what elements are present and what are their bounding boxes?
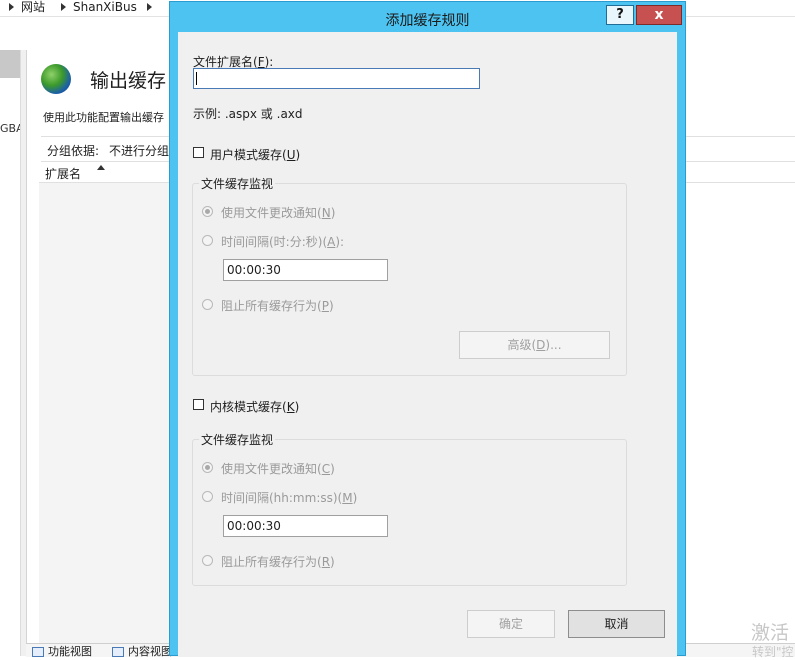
user-mode-label[interactable]: 用户模式缓存(U) bbox=[210, 146, 300, 163]
user-mode-monitor-title: 文件缓存监视 bbox=[199, 175, 276, 192]
user-mode-prevent-radio[interactable] bbox=[202, 299, 213, 310]
kernel-mode-prevent-label[interactable]: 阻止所有缓存行为(R) bbox=[221, 553, 335, 570]
user-mode-interval-radio[interactable] bbox=[202, 235, 213, 246]
kernel-mode-notify-radio[interactable] bbox=[202, 462, 213, 473]
cancel-button[interactable]: 取消 bbox=[568, 610, 665, 638]
breadcrumb-item-site[interactable]: ShanXiBus bbox=[73, 0, 137, 14]
user-mode-checkbox[interactable] bbox=[193, 147, 204, 158]
breadcrumb-item-sites[interactable]: 网站 bbox=[21, 0, 45, 14]
ok-button[interactable]: 确定 bbox=[467, 610, 555, 638]
group-by-select[interactable]: 不进行分组 bbox=[109, 142, 169, 159]
connections-pane-header bbox=[0, 50, 20, 78]
feature-title: 输出缓存 bbox=[90, 70, 167, 92]
group-by-label: 分组依据: bbox=[47, 144, 100, 158]
kernel-mode-interval-input[interactable]: 00:00:30 bbox=[223, 515, 388, 537]
column-header-extension[interactable]: 扩展名 bbox=[45, 165, 81, 182]
dialog-titlebar[interactable]: 添加缓存规则 ? x bbox=[170, 2, 685, 32]
user-mode-prevent-label[interactable]: 阻止所有缓存行为(P) bbox=[221, 297, 334, 314]
activation-watermark-sub: 转到"控 bbox=[752, 645, 794, 659]
extension-example: 示例: .aspx 或 .axd bbox=[193, 107, 303, 121]
advanced-button[interactable]: 高级(D)... bbox=[459, 331, 610, 359]
close-icon: x bbox=[654, 7, 664, 23]
breadcrumb-arrow-icon bbox=[61, 3, 66, 11]
sort-ascending-icon bbox=[97, 165, 105, 170]
help-button[interactable]: ? bbox=[606, 5, 634, 25]
rules-list[interactable] bbox=[39, 183, 171, 643]
text-caret bbox=[196, 72, 197, 85]
close-button[interactable]: x bbox=[636, 5, 682, 25]
tab-features-view-label: 功能视图 bbox=[48, 645, 92, 658]
tab-content-view[interactable]: 内容视图 bbox=[112, 646, 172, 658]
dialog-body: 文件扩展名(F): 示例: .aspx 或 .axd 用户模式缓存(U) 文件缓… bbox=[178, 32, 677, 657]
kernel-mode-interval-radio[interactable] bbox=[202, 491, 213, 502]
extension-input[interactable] bbox=[193, 68, 480, 89]
kernel-mode-interval-label[interactable]: 时间间隔(hh:mm:ss)(M) bbox=[221, 489, 357, 506]
tab-content-view-label: 内容视图 bbox=[128, 645, 172, 658]
kernel-mode-notify-label[interactable]: 使用文件更改通知(C) bbox=[221, 460, 335, 477]
breadcrumb-arrow-icon bbox=[9, 3, 14, 11]
add-cache-rule-dialog: 添加缓存规则 ? x 文件扩展名(F): 示例: .aspx 或 .axd 用户… bbox=[169, 1, 686, 657]
activation-watermark: 激活 bbox=[751, 622, 790, 644]
user-mode-notify-radio[interactable] bbox=[202, 206, 213, 217]
connections-pane: GBA bbox=[0, 50, 24, 656]
feature-description: 使用此功能配置输出缓存 bbox=[43, 111, 164, 124]
kernel-mode-label[interactable]: 内核模式缓存(K) bbox=[210, 398, 299, 415]
user-mode-interval-input[interactable]: 00:00:30 bbox=[223, 259, 388, 281]
kernel-mode-prevent-radio[interactable] bbox=[202, 555, 213, 566]
globe-icon bbox=[41, 64, 71, 94]
kernel-mode-checkbox[interactable] bbox=[193, 399, 204, 410]
user-mode-interval-label[interactable]: 时间间隔(时:分:秒)(A): bbox=[221, 233, 344, 250]
breadcrumb-arrow-icon bbox=[147, 3, 152, 11]
kernel-mode-monitor-title: 文件缓存监视 bbox=[199, 431, 276, 448]
user-mode-notify-label[interactable]: 使用文件更改通知(N) bbox=[221, 204, 335, 221]
tab-features-view[interactable]: 功能视图 bbox=[32, 646, 92, 658]
